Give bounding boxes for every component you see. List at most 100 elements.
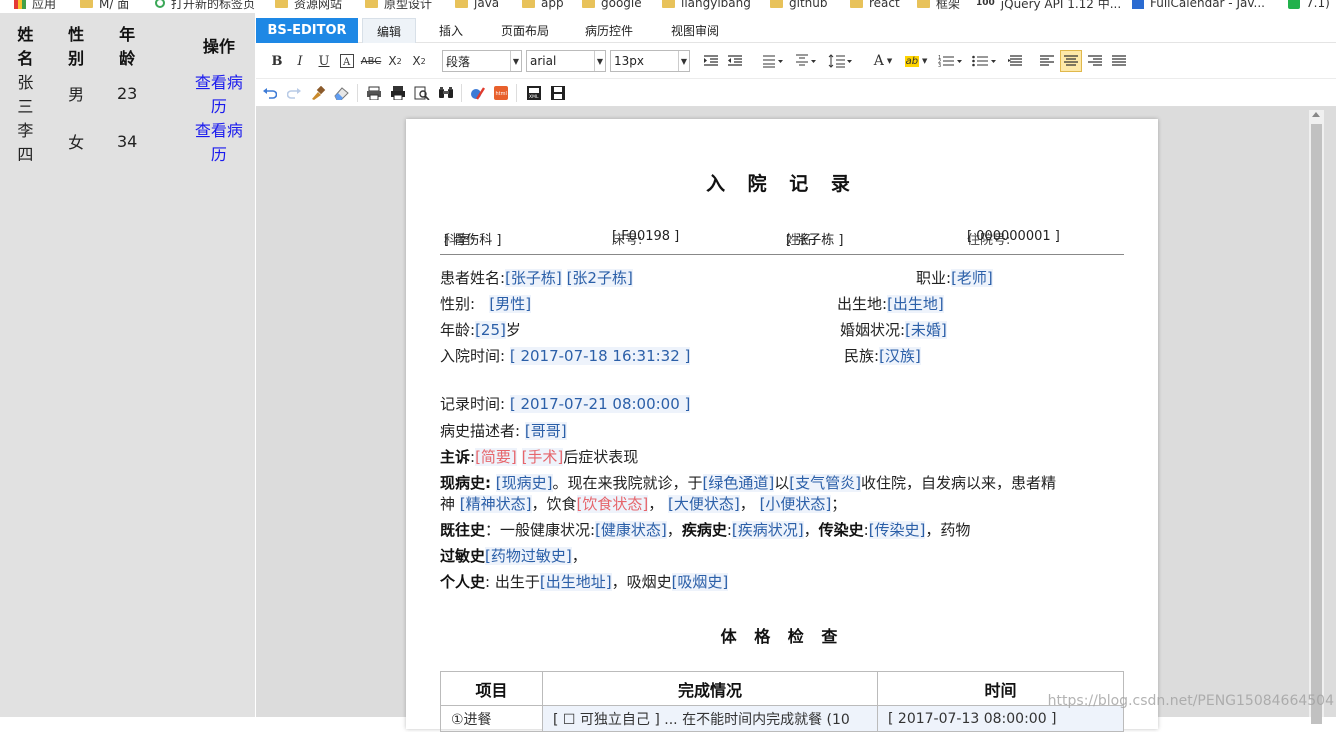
view-record-link[interactable]: 查看病历 bbox=[149, 69, 255, 117]
highlight-button[interactable]: ab ▼ bbox=[902, 50, 930, 72]
save-button[interactable] bbox=[548, 82, 568, 104]
col-action: 操作 bbox=[202, 37, 235, 56]
bookmark-frameworks[interactable]: 框架 bbox=[917, 0, 960, 12]
bookmark-java[interactable]: java bbox=[455, 0, 499, 12]
align-right-button[interactable] bbox=[1086, 50, 1104, 72]
superscript-button[interactable]: X2 bbox=[410, 50, 428, 72]
bookmark-fullcalendar[interactable]: FullCalendar - Jav... bbox=[1132, 0, 1265, 12]
table-row: ①进餐 [ ☐ 可独立自己 ] ... 在不能时间内完成就餐 (10 [ 201… bbox=[440, 705, 1124, 732]
bed-value[interactable]: [ F00198 ] bbox=[612, 229, 679, 244]
diagnosis-field[interactable]: [支气管炎] bbox=[789, 474, 861, 492]
disease-history-field[interactable]: [疾病状况] bbox=[731, 521, 804, 539]
row-spacing-top-button[interactable] bbox=[759, 50, 785, 72]
job-field[interactable]: [老师] bbox=[951, 269, 993, 287]
birthplace-field[interactable]: [出生地] bbox=[887, 295, 944, 313]
bookmark-apps[interactable]: 应用 bbox=[14, 0, 56, 12]
vertical-scrollbar[interactable] bbox=[1309, 110, 1324, 724]
align-center-button[interactable] bbox=[1060, 50, 1082, 72]
italic-button[interactable]: I bbox=[292, 50, 308, 72]
print-button[interactable] bbox=[388, 82, 408, 104]
strikethrough-button[interactable]: ABC bbox=[361, 50, 382, 72]
clear-format-button[interactable] bbox=[1006, 50, 1024, 72]
subscript-button[interactable]: X2 bbox=[386, 50, 404, 72]
patient-gender: 男 bbox=[68, 85, 85, 104]
bookmark-newtab[interactable]: 打开新的标签页 bbox=[155, 0, 255, 12]
bookmark-m[interactable]: M/ 面 bbox=[80, 0, 129, 12]
bookmark-github[interactable]: github bbox=[770, 0, 827, 12]
format-painter-button[interactable] bbox=[308, 82, 328, 104]
bookmark-app[interactable]: app bbox=[522, 0, 564, 12]
html-button[interactable]: html bbox=[491, 82, 511, 104]
align-left-button[interactable] bbox=[1038, 50, 1056, 72]
ordered-list-button[interactable]: 123 bbox=[936, 50, 966, 72]
marital-field[interactable]: [未婚] bbox=[905, 321, 947, 339]
preview-button[interactable] bbox=[412, 82, 432, 104]
diet-state-field[interactable]: [饮食状态] bbox=[576, 495, 649, 513]
record-time-field[interactable]: [ 2017-07-21 08:00:00 ] bbox=[509, 395, 691, 413]
name-value[interactable]: [ 张子栋 ] bbox=[786, 229, 843, 248]
complaint-field-2[interactable]: [手术] bbox=[521, 448, 564, 466]
tab-page-layout[interactable]: 页面布局 bbox=[492, 18, 558, 43]
mental-state-field[interactable]: [精神状态] bbox=[459, 495, 532, 513]
redo-button[interactable] bbox=[284, 82, 304, 104]
urine-state-field[interactable]: [小便状态] bbox=[759, 495, 832, 513]
bookmark-more[interactable]: 7.1) bbox=[1288, 0, 1330, 12]
exam-table: 项目 完成情况 时间 ①进餐 [ ☐ 可独立自己 ] ... 在不能时间内完成就… bbox=[440, 671, 1124, 732]
find-button[interactable] bbox=[436, 82, 456, 104]
print-preview-button[interactable] bbox=[364, 82, 384, 104]
narrator-field[interactable]: [哥哥] bbox=[524, 422, 567, 440]
admit-time-field[interactable]: [ 2017-07-18 16:31:32 ] bbox=[509, 347, 691, 365]
patient-name-field-2[interactable]: [张2子栋] bbox=[566, 269, 633, 287]
bookmark-jquery[interactable]: 100 jQuery API 1.12 中... bbox=[976, 0, 1121, 12]
trace-button[interactable] bbox=[468, 82, 488, 104]
exam-time-cell[interactable]: [ 2017-07-13 08:00:00 ] bbox=[877, 705, 1124, 732]
header-divider bbox=[440, 254, 1124, 255]
smoking-history-field[interactable]: [吸烟史] bbox=[671, 573, 729, 591]
bookmark-resources[interactable]: 资源网站 bbox=[275, 0, 342, 12]
underline-button[interactable]: U bbox=[316, 50, 332, 72]
paragraph-select[interactable]: 段落 ▼ bbox=[442, 50, 522, 72]
age-field[interactable]: [25] bbox=[475, 321, 506, 339]
unordered-list-button[interactable] bbox=[970, 50, 1000, 72]
bookmark-liangyibang[interactable]: liangyibang bbox=[662, 0, 751, 12]
document-page[interactable]: 入 院 记 录 科室: [ 骨伤科 ] 床号: [ F00198 ] 姓名: [… bbox=[406, 119, 1158, 732]
indent-button[interactable] bbox=[702, 50, 720, 72]
tab-view-review[interactable]: 视图审阅 bbox=[662, 18, 728, 43]
outdent-button[interactable] bbox=[726, 50, 744, 72]
admit-no-value[interactable]: [ 000000001 ] bbox=[967, 229, 1060, 244]
exam-status-cell[interactable]: [ ☐ 可独立自己 ] ... 在不能时间内完成就餐 (10 bbox=[542, 705, 878, 732]
complaint-field-1[interactable]: [简要] bbox=[475, 448, 517, 466]
present-illness-field[interactable]: [现病史] bbox=[495, 474, 553, 492]
bookmark-google[interactable]: google bbox=[582, 0, 642, 12]
bookmark-react[interactable]: react bbox=[850, 0, 900, 12]
birth-address-field[interactable]: [出生地址] bbox=[539, 573, 612, 591]
stool-state-field[interactable]: [大便状态] bbox=[668, 495, 740, 513]
allergy-field[interactable]: [药物过敏史] bbox=[485, 547, 572, 565]
green-channel-field[interactable]: [绿色通道] bbox=[702, 474, 775, 492]
dept-value[interactable]: [ 骨伤科 ] bbox=[444, 229, 501, 248]
line-height-button[interactable] bbox=[826, 50, 854, 72]
font-size-select[interactable]: 13px ▼ bbox=[610, 50, 690, 72]
bold-button[interactable]: B bbox=[268, 50, 286, 72]
eraser-button[interactable] bbox=[332, 82, 352, 104]
undo-button[interactable] bbox=[260, 82, 280, 104]
view-record-link[interactable]: 查看病历 bbox=[149, 117, 255, 165]
gender-field[interactable]: [男性] bbox=[489, 295, 532, 313]
tab-edit[interactable]: 编辑 bbox=[362, 18, 416, 43]
save-xml-button[interactable]: XML bbox=[524, 82, 544, 104]
bookmark-prototype[interactable]: 原型设计 bbox=[365, 0, 432, 12]
scrollbar-thumb[interactable] bbox=[1311, 124, 1322, 724]
font-border-button[interactable]: A bbox=[339, 50, 355, 72]
scroll-up-icon[interactable] bbox=[1312, 112, 1320, 117]
health-state-field[interactable]: [健康状态] bbox=[595, 521, 667, 539]
patient-name-field[interactable]: [张子栋] bbox=[505, 269, 562, 287]
align-justify-button[interactable] bbox=[1110, 50, 1128, 72]
ethnic-field[interactable]: [汉族] bbox=[879, 347, 921, 365]
row-spacing-bottom-button[interactable] bbox=[792, 50, 818, 72]
font-family-select[interactable]: arial ▼ bbox=[526, 50, 606, 72]
col-age: 年龄 bbox=[119, 25, 136, 68]
tab-record-controls[interactable]: 病历控件 bbox=[576, 18, 642, 43]
infection-history-field[interactable]: [传染史] bbox=[868, 521, 926, 539]
tab-insert[interactable]: 插入 bbox=[424, 18, 478, 43]
font-color-button[interactable]: A ▼ bbox=[870, 50, 896, 72]
